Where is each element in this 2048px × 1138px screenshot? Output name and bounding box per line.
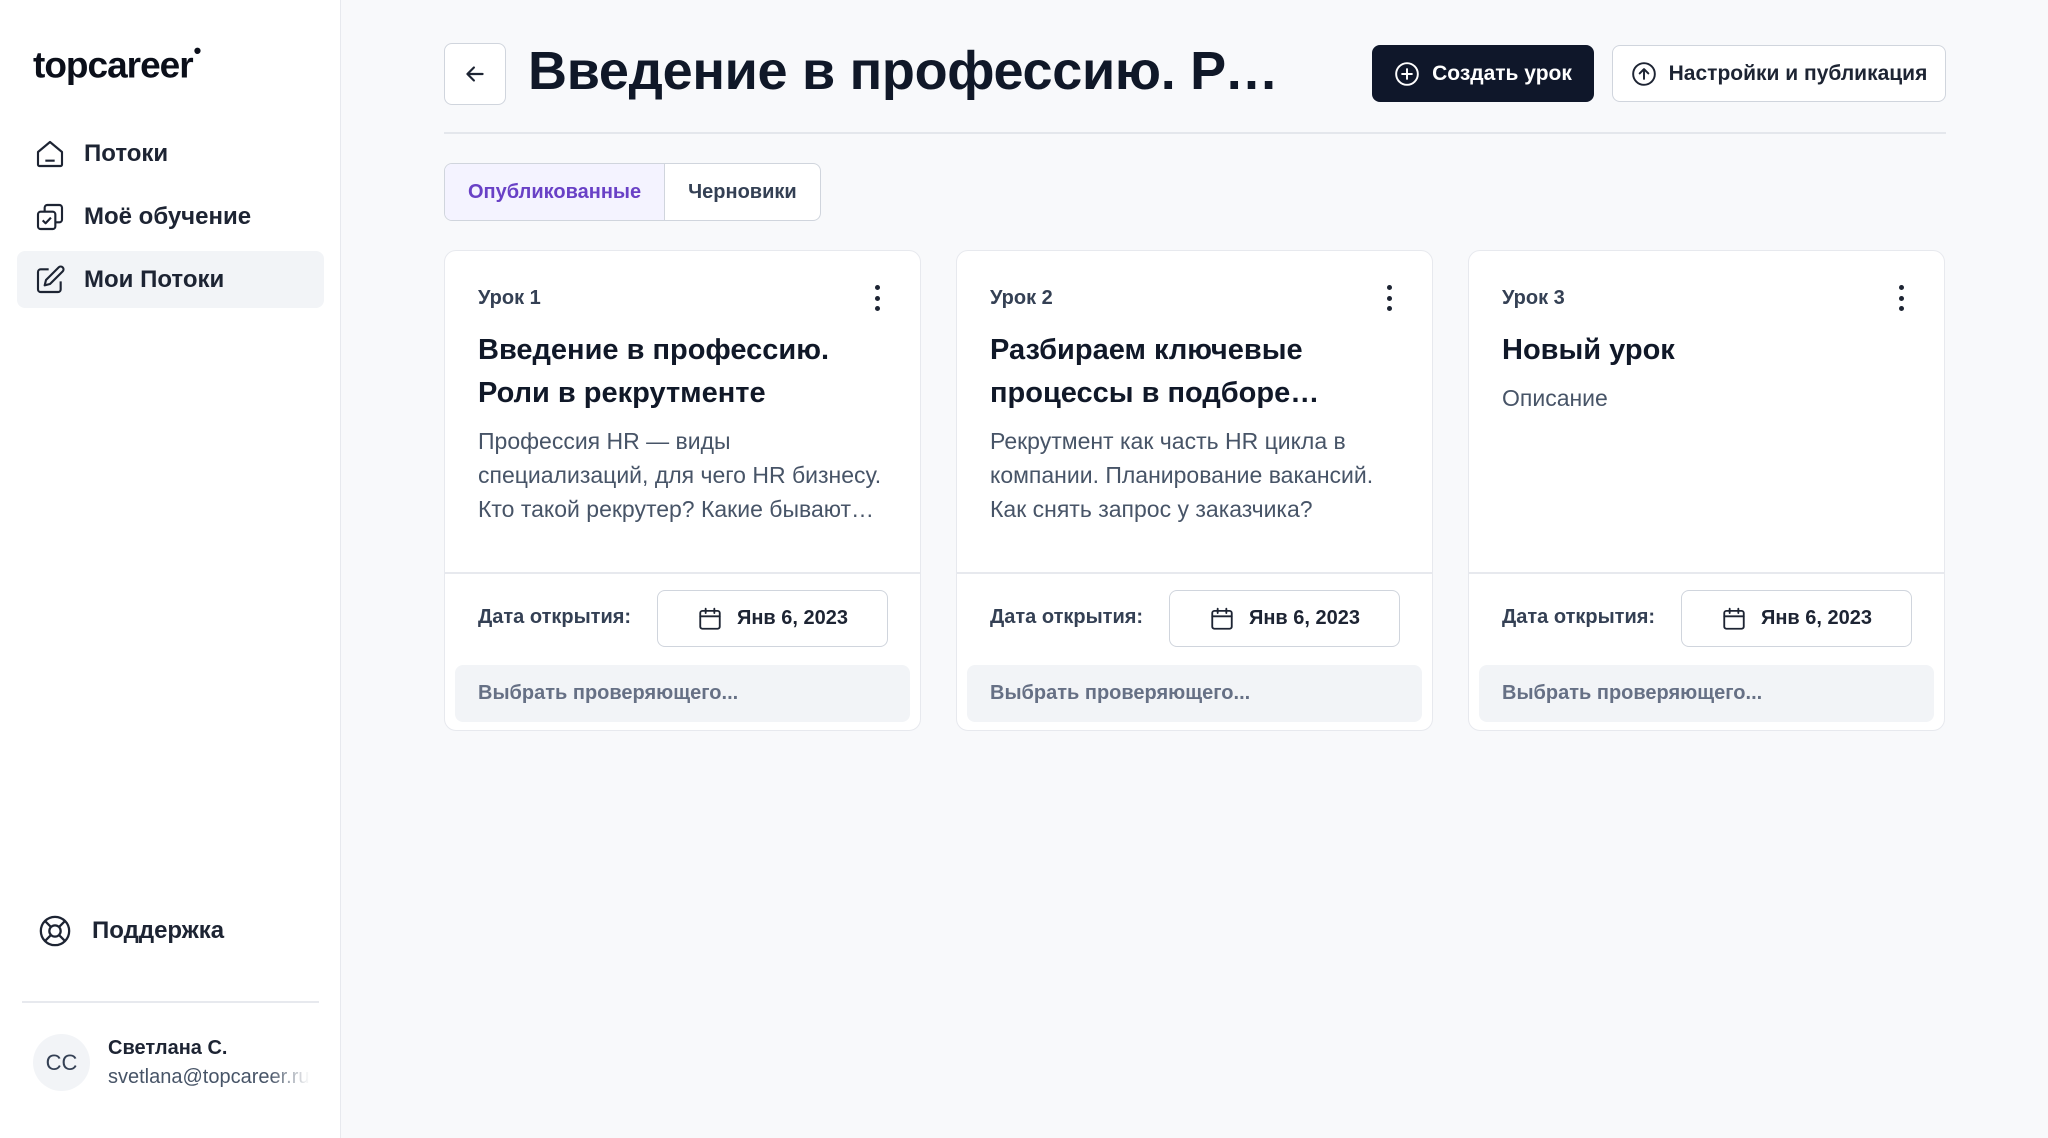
more-vertical-icon[interactable] [1896,285,1906,311]
lesson-number: Урок 1 [478,287,541,309]
tab-drafts[interactable]: Черновики [665,164,820,220]
logo[interactable]: topcareer• [33,38,201,86]
open-date-picker[interactable]: Янв 6, 2023 [1681,590,1912,647]
lesson-title: Разбираем ключевые процессы в подборе пе… [990,334,1303,409]
lesson-title: Новый урок [1502,334,1675,366]
open-date-value: Янв 6, 2023 [736,607,849,629]
open-date-label: Дата открытия: [1502,606,1656,628]
card-divider [445,572,920,574]
settings-publish-button[interactable]: Настройки и публикация [1612,45,1946,102]
open-date-label: Дата открытия: [478,606,632,628]
sidebar-item-label: Моё обучение [84,202,252,230]
home-icon [34,138,66,170]
sidebar-divider [22,1001,319,1003]
copy-check-icon [34,201,66,233]
card-divider [957,572,1432,574]
user-profile[interactable]: СС Светлана С. svetlana@topcareer.ru [33,1034,323,1091]
user-name: Светлана С. [108,1036,228,1059]
sidebar-item-label: Мои Потоки [84,265,225,293]
arrow-left-icon [462,61,488,87]
open-date-picker[interactable]: Янв 6, 2023 [1169,590,1400,647]
calendar-icon [1209,606,1235,632]
open-date-value: Янв 6, 2023 [1760,607,1873,629]
page-title: Введение в профессию. Роли в рекрутменте [528,41,1298,101]
back-button[interactable] [444,43,506,105]
support-label: Поддержка [92,917,225,944]
reviewer-select[interactable]: Выбрать проверяющего... [1479,665,1934,722]
user-info: Светлана С. svetlana@topcareer.ru [108,1037,310,1089]
open-date-label: Дата открытия: [990,606,1144,628]
header-divider [444,132,1946,134]
settings-publish-label: Настройки и публикация [1668,61,1928,85]
support-link[interactable]: Поддержка [38,914,224,948]
avatar: СС [33,1034,90,1091]
lesson-card[interactable]: Урок 3 Новый урок Описание Дата открытия… [1468,250,1945,731]
create-lesson-button[interactable]: Создать урок [1372,45,1594,102]
lesson-card[interactable]: Урок 2 Разбираем ключевые процессы в под… [956,250,1433,731]
card-divider [1469,572,1944,574]
sidebar-item-label: Потоки [84,139,169,167]
calendar-icon [1721,606,1747,632]
life-buoy-icon [38,914,72,948]
plus-circle-icon [1394,61,1420,87]
edit-icon [34,264,66,296]
upload-circle-icon [1631,61,1657,87]
open-date-value: Янв 6, 2023 [1248,607,1361,629]
lesson-title: Введение в профессию. Роли в рекрутменте [478,334,830,409]
lesson-number: Урок 3 [1502,287,1565,309]
create-lesson-label: Создать урок [1432,61,1572,85]
reviewer-select[interactable]: Выбрать проверяющего... [455,665,910,722]
sidebar-nav: Потоки Моё обучение Мои Потоки [17,125,324,314]
calendar-icon [697,606,723,632]
lesson-description: Рекрутмент как часть HR цикла в компании… [990,428,1374,522]
lesson-description: Профессия HR — виды специализаций, для ч… [478,428,882,522]
more-vertical-icon[interactable] [1384,285,1394,311]
lesson-number: Урок 2 [990,287,1053,309]
sidebar: topcareer• Потоки Моё обучение Мои Поток… [0,0,341,1138]
lesson-description: Описание [1502,385,1608,411]
sidebar-item-my-streams[interactable]: Мои Потоки [17,251,324,308]
tab-published[interactable]: Опубликованные [445,164,666,220]
sidebar-item-streams[interactable]: Потоки [17,125,324,182]
lesson-tabs: Опубликованные Черновики [444,163,821,221]
sidebar-item-my-learning[interactable]: Моё обучение [17,188,324,245]
user-email: svetlana@topcareer.ru [108,1065,310,1088]
more-vertical-icon[interactable] [872,285,882,311]
reviewer-select[interactable]: Выбрать проверяющего... [967,665,1422,722]
open-date-picker[interactable]: Янв 6, 2023 [657,590,888,647]
lesson-card[interactable]: Урок 1 Введение в профессию. Роли в рекр… [444,250,921,731]
